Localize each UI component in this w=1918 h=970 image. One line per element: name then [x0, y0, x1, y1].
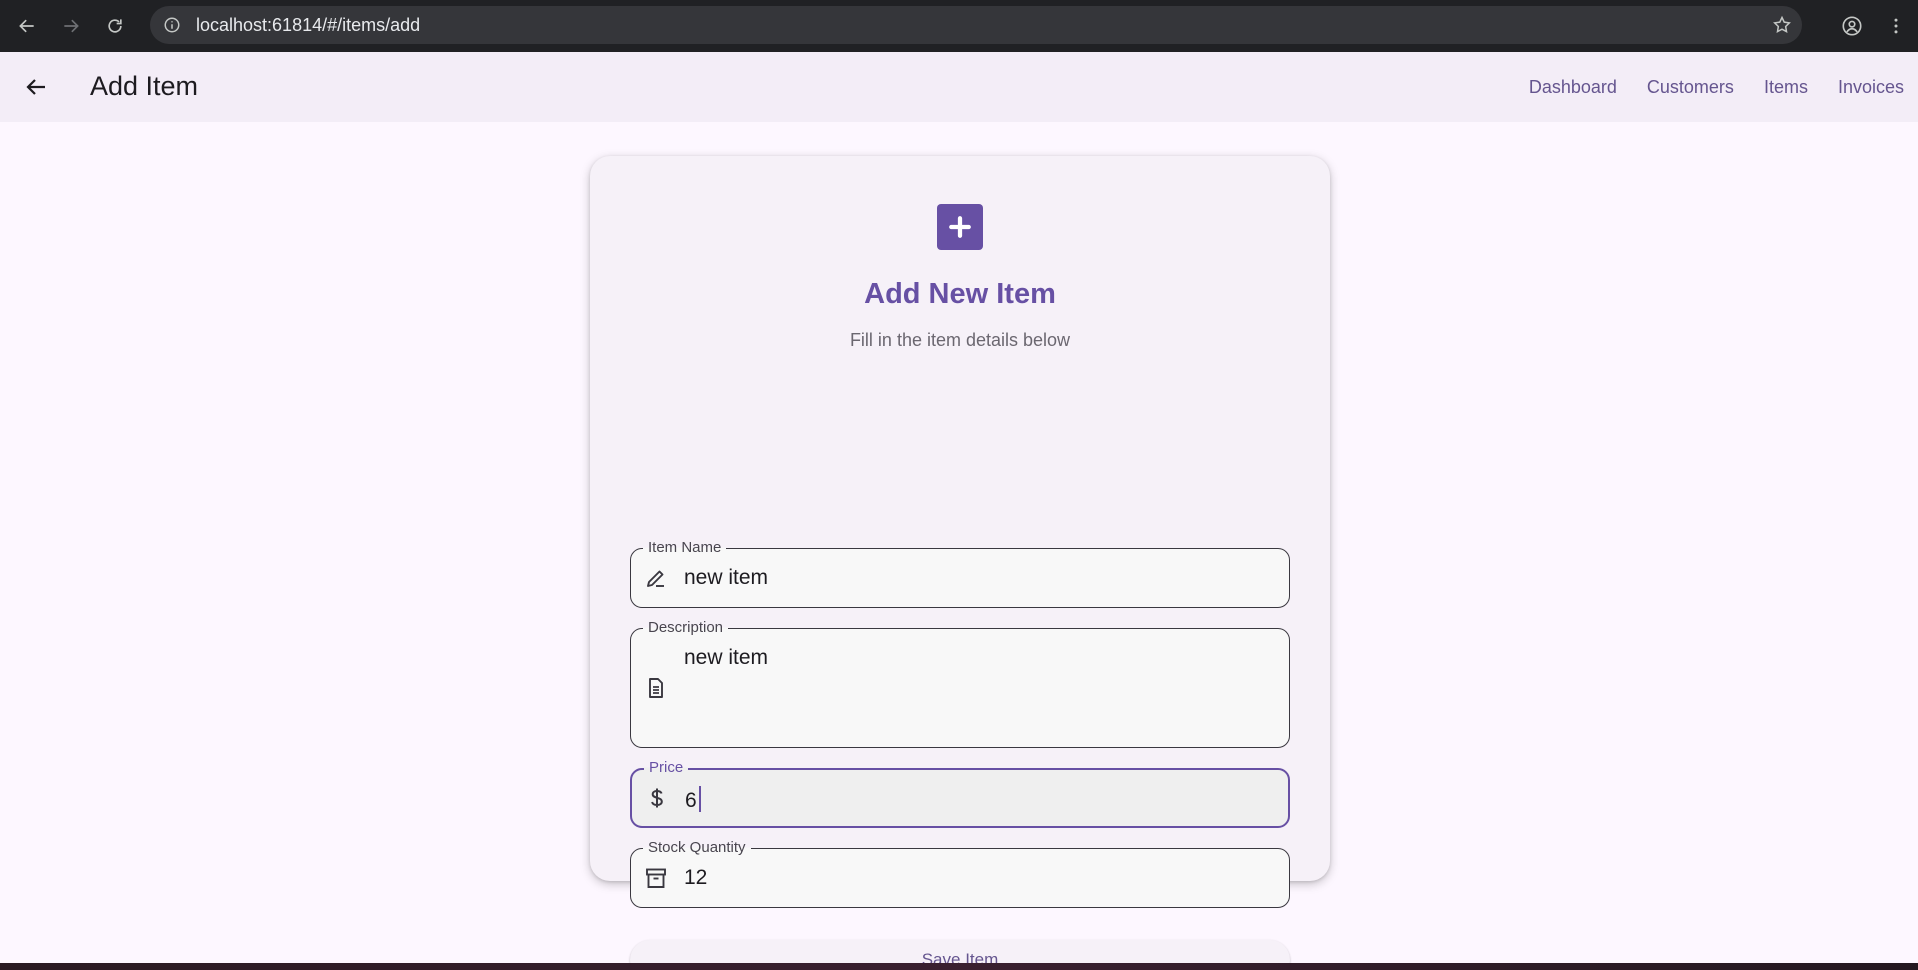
price-field[interactable]: Price 6 — [630, 759, 1290, 828]
address-bar[interactable]: localhost:61814/#/items/add — [150, 6, 1802, 44]
browser-menu-button[interactable] — [1874, 4, 1918, 48]
form-subtitle: Fill in the item details below — [849, 330, 1071, 350]
archive-box-icon — [643, 865, 669, 891]
price-label: Price — [644, 759, 689, 776]
text-caret — [698, 786, 701, 812]
add-item-card: Add New Item Fill in the item details be… — [590, 156, 1330, 970]
back-button[interactable] — [14, 65, 58, 109]
description-field[interactable]: Description new item — [630, 619, 1290, 748]
item-name-field[interactable]: Item Name new item — [630, 539, 1290, 608]
nav-link-invoices[interactable]: Invoices — [1823, 77, 1918, 98]
description-label: Description — [643, 619, 729, 636]
description-input[interactable]: new item — [684, 646, 768, 670]
desktop-background-strip — [0, 963, 1918, 970]
arrow-right-icon — [64, 19, 79, 33]
page-title: Add Item — [90, 71, 199, 101]
bookmark-star-icon[interactable] — [1772, 15, 1792, 35]
profile-icon — [1842, 16, 1862, 36]
browser-forward-button[interactable] — [49, 4, 93, 48]
site-info-icon[interactable] — [162, 15, 182, 35]
stock-quantity-field[interactable]: Stock Quantity 12 — [630, 839, 1290, 908]
top-nav: Dashboard Customers Items Invoices — [1514, 52, 1918, 122]
kebab-menu-icon — [1894, 18, 1898, 34]
profile-button[interactable] — [1830, 4, 1874, 48]
browser-reload-button[interactable] — [93, 4, 137, 48]
price-value: 6 — [685, 789, 697, 812]
item-name-input[interactable]: new item — [684, 566, 768, 590]
dollar-icon — [644, 785, 670, 811]
app-bar: Add Item Dashboard Customers Items Invoi… — [0, 52, 1918, 122]
stock-quantity-label: Stock Quantity — [643, 839, 751, 856]
edit-pen-icon — [643, 565, 669, 591]
browser-toolbar: localhost:61814/#/items/add — [0, 0, 1918, 52]
price-input[interactable]: 6 — [685, 786, 701, 813]
item-name-label: Item Name — [643, 539, 727, 556]
nav-link-items[interactable]: Items — [1749, 77, 1823, 98]
reload-icon — [108, 19, 122, 33]
nav-link-dashboard[interactable]: Dashboard — [1514, 77, 1632, 98]
arrow-back-icon — [26, 79, 45, 95]
document-icon — [643, 675, 669, 701]
stock-quantity-input[interactable]: 12 — [684, 866, 707, 890]
add-box-icon — [937, 204, 983, 250]
browser-back-button[interactable] — [5, 4, 49, 48]
address-url[interactable]: localhost:61814/#/items/add — [196, 15, 420, 36]
arrow-left-icon — [19, 19, 34, 33]
form-title: Add New Item — [864, 278, 1056, 310]
nav-link-customers[interactable]: Customers — [1632, 77, 1749, 98]
